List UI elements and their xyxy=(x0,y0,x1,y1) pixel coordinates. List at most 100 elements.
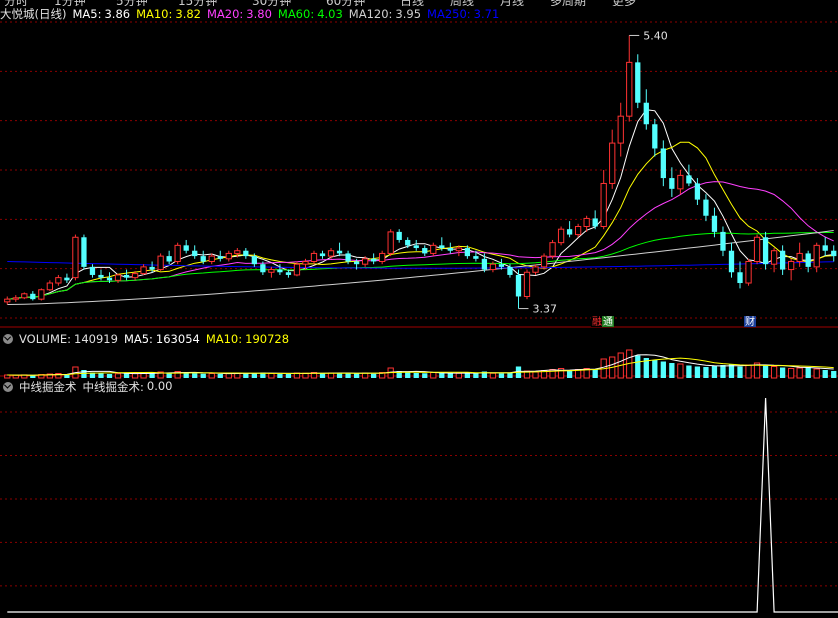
candle-body xyxy=(643,102,649,125)
ma-label: MA5: xyxy=(72,7,102,21)
candle-body xyxy=(166,256,172,262)
candle-body xyxy=(617,115,624,144)
volume-ma10-label: MA10: xyxy=(205,332,243,346)
candle-body xyxy=(515,274,522,297)
volume-bar xyxy=(694,366,701,378)
candle-body xyxy=(430,244,437,254)
candle-body xyxy=(387,231,394,254)
candle-body xyxy=(745,260,752,284)
candle-body xyxy=(353,261,360,265)
volume-bar xyxy=(686,365,692,378)
candle-body xyxy=(813,244,820,268)
candle-body xyxy=(38,289,45,300)
indicator-value: 0.00 xyxy=(146,379,173,393)
volume-bar xyxy=(455,372,462,379)
candle-body xyxy=(243,250,249,257)
ma-value: 4.03 xyxy=(317,7,343,21)
volume-bar xyxy=(677,363,684,379)
volume-bar xyxy=(166,373,172,378)
candle-body xyxy=(753,236,761,262)
volume-bar xyxy=(243,373,249,378)
badge-tongji: 通 xyxy=(603,316,613,328)
candle-body xyxy=(30,293,36,300)
volume-bar xyxy=(660,361,666,378)
volume-bar xyxy=(737,366,743,378)
candle-body xyxy=(302,260,309,265)
ma-legend-item: MA5: 3.86 xyxy=(72,7,130,21)
volume-bar xyxy=(762,365,769,378)
volume-bar xyxy=(779,367,786,378)
candle-body xyxy=(455,247,462,252)
volume-ma5-label: MA5: xyxy=(123,332,153,346)
volume-legend: VOLUME: 140919 xyxy=(19,332,118,346)
volume-bar xyxy=(635,355,641,378)
volume-bar xyxy=(652,360,658,378)
volume-ma5-legend: MA5: 163054 xyxy=(124,332,200,346)
chart-title: 大悦城(日线) xyxy=(0,7,67,21)
ma-line xyxy=(7,230,834,305)
candle-body xyxy=(669,178,675,189)
candle-body xyxy=(694,183,701,200)
candle-body xyxy=(336,250,343,254)
volume-bar xyxy=(822,370,828,378)
candle-body xyxy=(574,226,582,236)
candle-body xyxy=(822,245,828,251)
chevron-down-icon[interactable] xyxy=(3,382,13,392)
candle-body xyxy=(157,255,164,271)
volume-bar xyxy=(217,374,223,378)
indicator-series-label: 中线掘金术: xyxy=(82,380,144,394)
volume-bar xyxy=(770,366,778,379)
candle-body xyxy=(600,182,607,228)
volume-bar xyxy=(200,373,206,378)
main-header: 大悦城(日线) MA5: 3.86 MA10: 3.82 MA20: 3.80 MA60: 4… xyxy=(0,6,499,22)
candle-body xyxy=(208,255,215,262)
candle-body xyxy=(703,199,709,216)
candle-body xyxy=(361,258,369,265)
ma-value: 3.86 xyxy=(104,7,131,21)
ma-label: MA60: xyxy=(277,7,315,21)
candle-body xyxy=(12,297,19,300)
volume-bar xyxy=(277,373,283,378)
candle-body xyxy=(225,252,232,260)
candle-body xyxy=(234,250,241,254)
candle-body xyxy=(310,252,318,262)
candle-body xyxy=(396,231,402,240)
candle-body xyxy=(379,252,386,262)
candle-body xyxy=(268,269,275,273)
volume-bar xyxy=(464,372,471,378)
volume-bar xyxy=(745,364,752,379)
volume-bar xyxy=(669,363,675,378)
candle-body xyxy=(779,250,786,270)
candle-body xyxy=(557,228,565,244)
volume-bar xyxy=(319,373,326,378)
volume-bar xyxy=(422,373,428,378)
candle-body xyxy=(507,266,513,275)
candle-body xyxy=(549,242,556,257)
volume-bar xyxy=(327,372,335,379)
ma-legend-item: MA60: 4.03 xyxy=(278,7,343,21)
volume-bar xyxy=(439,373,445,378)
candle-body xyxy=(200,256,206,262)
candle-body xyxy=(523,271,531,297)
candle-body xyxy=(720,231,726,251)
volume-ma10-value: 190728 xyxy=(245,332,290,346)
chevron-down-icon[interactable] xyxy=(3,334,13,344)
volume-bar xyxy=(251,373,257,378)
ma-value: 3.95 xyxy=(395,7,422,21)
candle-body xyxy=(192,250,198,257)
candle-body xyxy=(81,237,87,267)
candle-body xyxy=(46,282,54,291)
volume-bar xyxy=(592,369,598,378)
ma-legend-item: MA20: 3.80 xyxy=(207,7,272,21)
ma-label: MA20: xyxy=(206,7,244,21)
badge-cai: 财 xyxy=(745,315,755,328)
ma-line xyxy=(7,232,834,300)
volume-bar xyxy=(98,373,104,378)
candle-body xyxy=(473,256,479,259)
candle-body xyxy=(72,236,79,279)
candle-body xyxy=(464,248,471,257)
volume-header: VOLUME: 140919 MA5: 163054 MA10: 190728 xyxy=(0,331,289,347)
volume-bar xyxy=(413,373,419,378)
candle-body xyxy=(106,277,113,281)
volume-bar xyxy=(831,370,837,378)
